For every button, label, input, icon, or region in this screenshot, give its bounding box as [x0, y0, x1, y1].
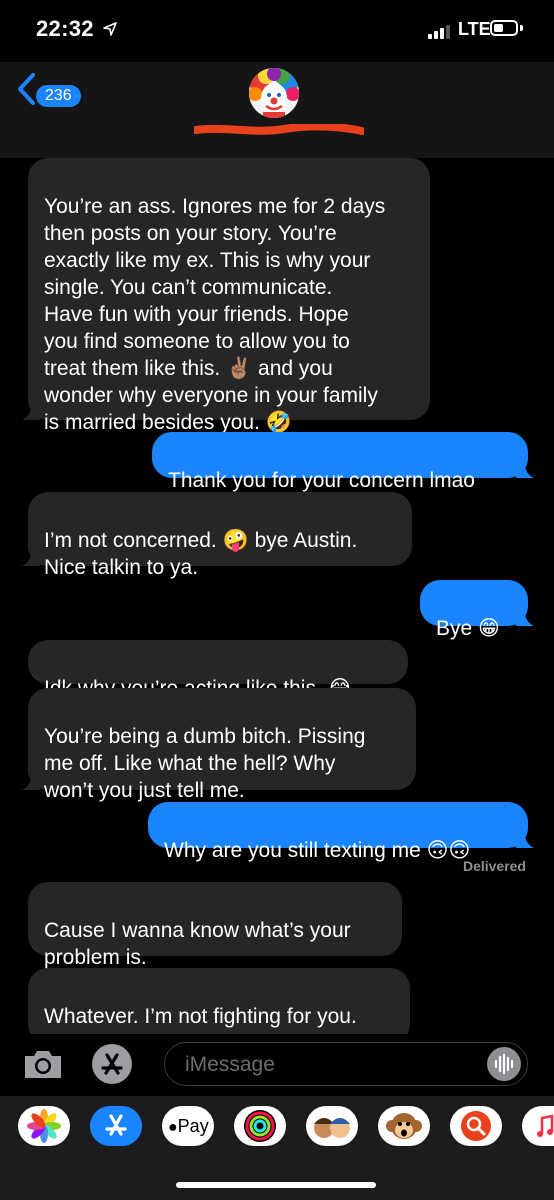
apple-pay-icon: ●Pay — [168, 1116, 209, 1136]
memoji-app-button[interactable] — [306, 1106, 358, 1146]
unread-count-badge: 236 — [36, 85, 81, 107]
delivered-status: Delivered — [462, 858, 526, 874]
app-store-icon — [101, 1053, 123, 1075]
imessage-app-drawer: ●Pay — [0, 1096, 554, 1200]
status-bar: 22:32 LTE — [0, 0, 554, 62]
apple-pay-app-button[interactable]: ●Pay — [162, 1106, 214, 1146]
message-bubble-received[interactable]: Whatever. I’m not fighting for you. You … — [28, 968, 410, 1034]
message-bubble-received[interactable]: I’m not concerned. 🤪 bye Austin. Nice ta… — [22, 492, 412, 579]
clown-avatar-icon — [249, 68, 299, 118]
waveform-icon — [494, 1053, 514, 1075]
message-bubble-received[interactable]: You’re being a dumb bitch. Pissing me of… — [22, 688, 416, 802]
audio-message-button[interactable] — [487, 1047, 521, 1081]
location-arrow-icon — [103, 22, 117, 36]
message-bubble-received[interactable]: You’re an ass. Ignores me for 2 days the… — [22, 158, 430, 434]
clock: 22:32 — [36, 16, 94, 41]
chevron-left-icon — [18, 73, 35, 105]
photos-app-button[interactable] — [18, 1106, 70, 1146]
message-input[interactable]: iMessage — [164, 1042, 528, 1086]
photos-icon — [27, 1109, 61, 1143]
message-bubble-received[interactable]: Idk why you’re acting like this. 😂 — [28, 640, 408, 700]
message-bubble-received[interactable]: Cause I wanna know what’s your problem i… — [28, 882, 402, 969]
compose-bar: iMessage — [0, 1034, 554, 1096]
redacted-contact-name — [194, 124, 364, 135]
message-thread[interactable]: You’re an ass. Ignores me for 2 days the… — [0, 158, 554, 1034]
music-app-button[interactable] — [522, 1106, 554, 1146]
home-indicator[interactable] — [176, 1182, 376, 1188]
web-images-icon — [461, 1111, 491, 1141]
app-store-icon — [105, 1114, 127, 1136]
animoji-icon — [386, 1113, 422, 1139]
app-store-button[interactable] — [92, 1044, 132, 1084]
signal-strength-icon — [428, 23, 456, 39]
web-images-app-button[interactable] — [450, 1106, 502, 1146]
memoji-icon — [314, 1118, 350, 1138]
camera-icon[interactable] — [22, 1048, 64, 1080]
message-bubble-sent[interactable]: Thank you for your concern lmao — [152, 432, 534, 492]
music-icon — [537, 1114, 554, 1137]
activity-app-button[interactable] — [234, 1106, 286, 1146]
contact-avatar[interactable] — [249, 68, 299, 118]
back-button[interactable]: 236 — [16, 72, 86, 107]
battery-icon — [490, 20, 518, 36]
message-input-placeholder: iMessage — [185, 1053, 275, 1076]
app-store-app-button[interactable] — [90, 1106, 142, 1146]
message-bubble-sent[interactable]: Why are you still texting me 🙃🙃 — [148, 802, 534, 862]
animoji-app-button[interactable] — [378, 1106, 430, 1146]
message-bubble-sent[interactable]: Bye 😁 — [420, 580, 534, 640]
network-type: LTE — [458, 19, 491, 39]
conversation-header: 236 — [0, 62, 554, 158]
activity-icon — [244, 1110, 276, 1142]
